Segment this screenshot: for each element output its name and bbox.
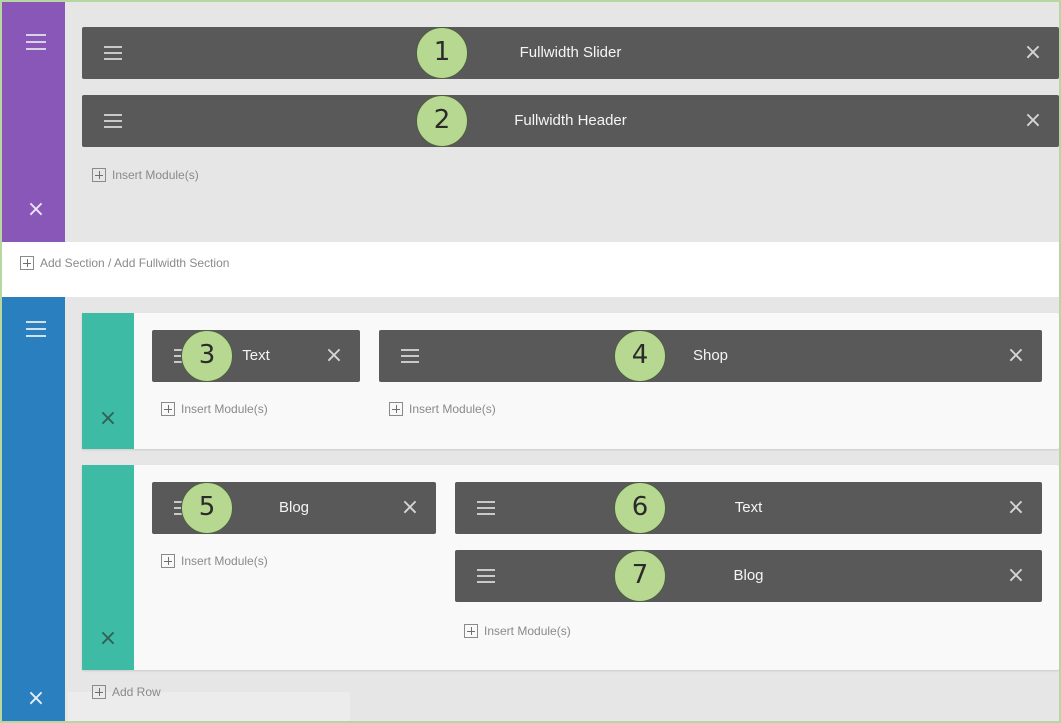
section-menu-icon[interactable] (26, 321, 46, 337)
fullwidth-section-handle-bar[interactable]: × (2, 2, 65, 242)
module-close-icon[interactable]: × (1004, 344, 1028, 368)
plus-square-icon (389, 402, 403, 416)
module-close-icon[interactable]: × (1021, 41, 1045, 65)
plus-square-icon (161, 554, 175, 568)
module-close-icon[interactable]: × (398, 496, 422, 520)
insert-module-label: Insert Module(s) (181, 554, 268, 568)
module-title: Fullwidth Header (514, 112, 627, 129)
insert-module-button[interactable]: Insert Module(s) (161, 552, 268, 570)
add-row-button[interactable]: Add Row (92, 683, 161, 701)
module-shop[interactable]: Shop × (379, 330, 1042, 382)
callout-badge: 7 (614, 550, 666, 602)
insert-module-button[interactable]: Insert Module(s) (161, 400, 268, 418)
module-blog[interactable]: Blog × (455, 550, 1042, 602)
add-section-button[interactable]: Add Section / Add Fullwidth Section (20, 254, 229, 272)
insert-module-button[interactable]: Insert Module(s) (92, 166, 199, 184)
add-row-label: Add Row (112, 685, 161, 699)
plus-square-icon (464, 624, 478, 638)
module-fullwidth-slider[interactable]: Fullwidth Slider × (82, 27, 1059, 79)
insert-module-label: Insert Module(s) (409, 402, 496, 416)
insert-module-label: Insert Module(s) (181, 402, 268, 416)
row-handle-bar[interactable]: × (82, 313, 134, 449)
module-fullwidth-header[interactable]: Fullwidth Header × (82, 95, 1059, 147)
insert-module-button[interactable]: Insert Module(s) (389, 400, 496, 418)
divi-builder-canvas: × Fullwidth Slider × 1 Fullwidth Header … (0, 0, 1061, 723)
fullwidth-section-close-icon[interactable]: × (26, 199, 46, 221)
callout-badge: 1 (416, 27, 468, 79)
section-close-icon[interactable]: × (26, 688, 46, 710)
fullwidth-section: × Fullwidth Slider × 1 Fullwidth Header … (2, 2, 1059, 242)
row-close-icon[interactable]: × (98, 628, 118, 650)
plus-square-icon (92, 168, 106, 182)
module-close-icon[interactable]: × (322, 344, 346, 368)
callout-badge: 5 (181, 482, 233, 534)
module-text[interactable]: Text × (455, 482, 1042, 534)
fullwidth-section-menu-icon[interactable] (26, 34, 46, 50)
plus-square-icon (92, 685, 106, 699)
module-title: Text (734, 499, 763, 516)
insert-module-label: Insert Module(s) (112, 168, 199, 182)
module-title: Fullwidth Slider (519, 44, 622, 61)
plus-square-icon (161, 402, 175, 416)
module-close-icon[interactable]: × (1004, 564, 1028, 588)
callout-badge: 4 (614, 330, 666, 382)
callout-badge: 6 (614, 482, 666, 534)
module-close-icon[interactable]: × (1004, 496, 1028, 520)
standard-section: × × Text × 3 Shop × 4 Insert Module(s) I… (2, 297, 1059, 721)
insert-module-label: Insert Module(s) (484, 624, 571, 638)
callout-badge: 2 (416, 95, 468, 147)
module-title: Blog (733, 567, 764, 584)
callout-badge: 3 (181, 330, 233, 382)
plus-square-icon (20, 256, 34, 270)
module-title: Shop (692, 347, 729, 364)
module-close-icon[interactable]: × (1021, 109, 1045, 133)
insert-module-button[interactable]: Insert Module(s) (464, 622, 571, 640)
row-close-icon[interactable]: × (98, 408, 118, 430)
section-handle-bar[interactable]: × (2, 297, 65, 721)
add-section-label: Add Section / Add Fullwidth Section (40, 256, 230, 270)
row-handle-bar[interactable]: × (82, 465, 134, 670)
